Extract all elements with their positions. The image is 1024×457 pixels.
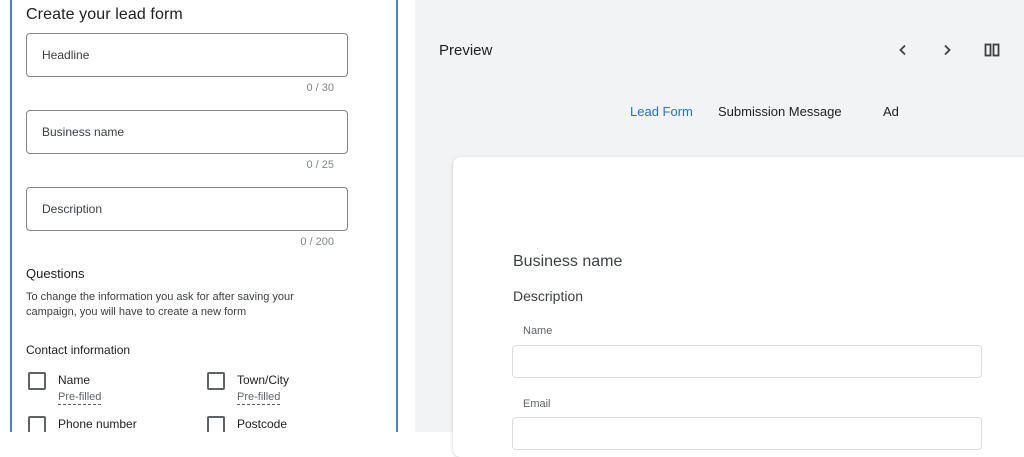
questions-help-text: To change the information you ask for af… — [26, 291, 294, 318]
question-town-city-label: Town/City — [237, 373, 290, 387]
preview-email-label: Email — [523, 398, 551, 410]
description-counter: 0 / 200 — [300, 236, 334, 248]
question-town-city: Town/City Pre-filled — [207, 372, 289, 405]
chevron-right-icon — [944, 44, 951, 56]
question-name-label: Name — [58, 373, 91, 387]
question-town-city-text: Town/City Pre-filled — [237, 372, 289, 405]
business-name-counter: 0 / 25 — [306, 159, 334, 171]
name-checkbox[interactable] — [28, 372, 46, 390]
preview-name-input[interactable] — [512, 345, 982, 378]
contact-info-heading: Contact information — [26, 343, 131, 357]
preview-panel: Preview Lead Form Submission Message Ad … — [415, 0, 1024, 457]
preview-business-name: Business name — [513, 253, 623, 270]
preview-name-label: Name — [523, 325, 553, 337]
postcode-checkbox[interactable] — [207, 416, 225, 432]
question-phone-number: Phone number — [28, 416, 137, 432]
description-input[interactable] — [27, 188, 347, 230]
tab-lead-form[interactable]: Lead Form — [630, 104, 693, 119]
tab-ad[interactable]: Ad — [883, 104, 899, 119]
preview-description: Description — [513, 288, 584, 304]
business-name-field[interactable] — [26, 110, 348, 154]
question-postcode: Postcode — [207, 416, 287, 432]
question-phone-number-text: Phone number — [58, 416, 137, 432]
headline-field[interactable] — [26, 33, 348, 77]
chevron-left-icon — [899, 44, 906, 56]
headline-counter: 0 / 30 — [306, 82, 334, 94]
tab-submission-message[interactable]: Submission Message — [718, 104, 842, 119]
question-name-text: Name Pre-filled — [58, 372, 102, 405]
previous-button[interactable] — [893, 40, 913, 60]
name-prefilled-link[interactable]: Pre-filled — [58, 391, 102, 405]
split-view-icon — [984, 43, 1000, 57]
town-city-checkbox[interactable] — [207, 372, 225, 390]
question-name: Name Pre-filled — [28, 372, 102, 405]
phone-number-checkbox[interactable] — [28, 416, 46, 432]
next-button[interactable] — [937, 40, 957, 60]
preview-email-input[interactable] — [512, 417, 982, 450]
question-postcode-text: Postcode — [237, 416, 287, 432]
business-name-input[interactable] — [27, 111, 347, 153]
editor-title: Create your lead form — [26, 6, 183, 23]
question-postcode-label: Postcode — [237, 417, 288, 431]
questions-heading: Questions — [26, 266, 85, 281]
description-field[interactable] — [26, 187, 348, 231]
question-phone-number-label: Phone number — [58, 417, 137, 431]
headline-input[interactable] — [27, 34, 347, 76]
town-city-prefilled-link[interactable]: Pre-filled — [237, 391, 281, 405]
preview-tabs: Lead Form Submission Message Ad — [415, 104, 1024, 124]
preview-title: Preview — [439, 42, 493, 59]
lead-form-editor: Create your lead form 0 / 30 0 / 25 0 / … — [0, 0, 402, 432]
split-view-button[interactable] — [982, 40, 1002, 60]
lead-form-preview-card: Business name Description Name Email — [453, 157, 1024, 457]
